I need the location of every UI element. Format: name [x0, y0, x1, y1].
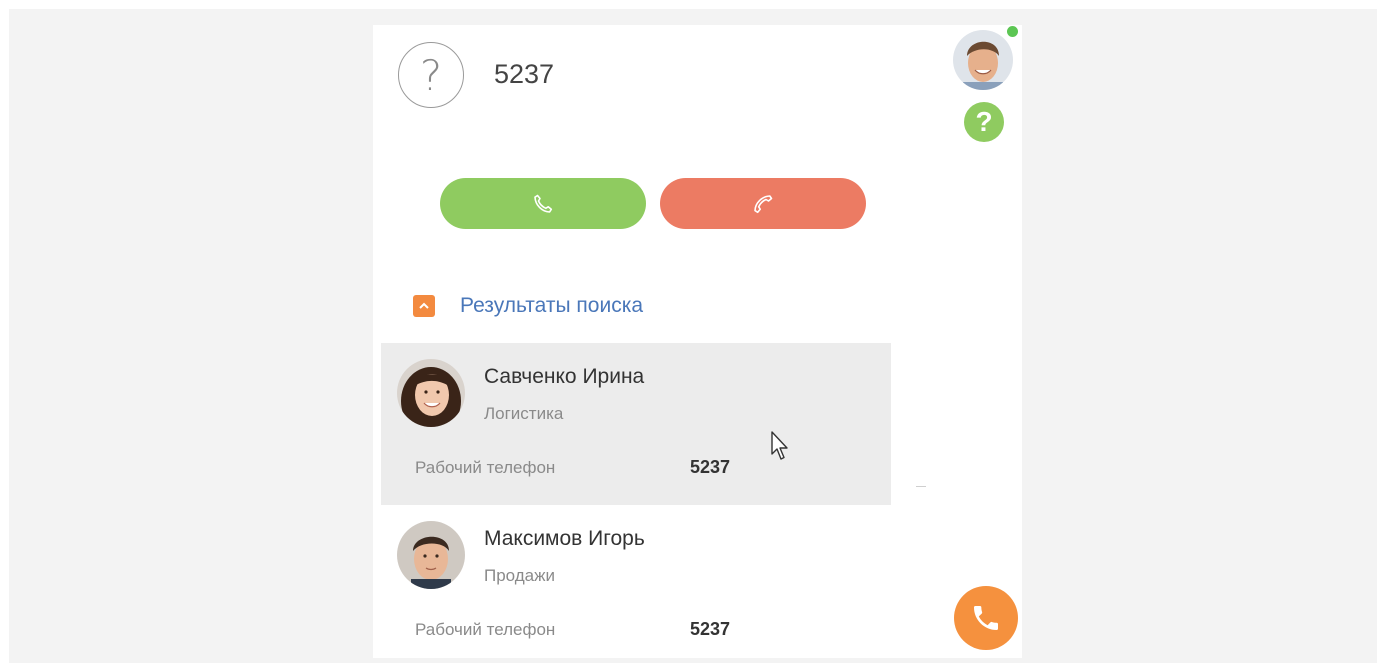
phone-hangup-icon [754, 194, 773, 213]
question-mark-icon[interactable]: ? [964, 102, 1004, 142]
phone-icon [534, 194, 553, 213]
contact-department: Логистика [484, 404, 564, 423]
phone-icon [974, 606, 998, 630]
online-status-indicator [1007, 26, 1018, 37]
phone-number[interactable]: 5237 [690, 619, 730, 640]
caller-number: 5237 [494, 59, 555, 89]
call-panel: ? 5237 Результаты поиска Савченко Ирина … [373, 25, 1022, 658]
phone-number[interactable]: 5237 [690, 457, 730, 478]
phone-label: Рабочий телефон [415, 458, 556, 477]
unknown-caller-icon: ? [398, 42, 464, 108]
contact-name: Савченко Ирина [484, 365, 645, 388]
contact-department: Продажи [484, 566, 555, 585]
search-results-title: Результаты поиска [460, 294, 644, 317]
search-results-header[interactable]: Результаты поиска [413, 293, 643, 319]
phone-button[interactable] [954, 586, 1018, 650]
divider [916, 486, 926, 487]
contact-avatar [397, 521, 465, 589]
chevron-up-icon[interactable] [413, 295, 435, 317]
hangup-call-button[interactable] [660, 178, 866, 229]
contact-row[interactable]: Максимов Игорь Продажи Рабочий телефон 5… [381, 505, 891, 658]
user-avatar[interactable] [953, 30, 1013, 90]
answer-call-button[interactable] [440, 178, 646, 229]
contact-name: Максимов Игорь [484, 527, 645, 550]
mouse-cursor-icon [771, 431, 788, 460]
contact-row[interactable]: Савченко Ирина Логистика Рабочий телефон… [381, 343, 891, 505]
contact-avatar [397, 359, 465, 427]
phone-label: Рабочий телефон [415, 620, 556, 639]
